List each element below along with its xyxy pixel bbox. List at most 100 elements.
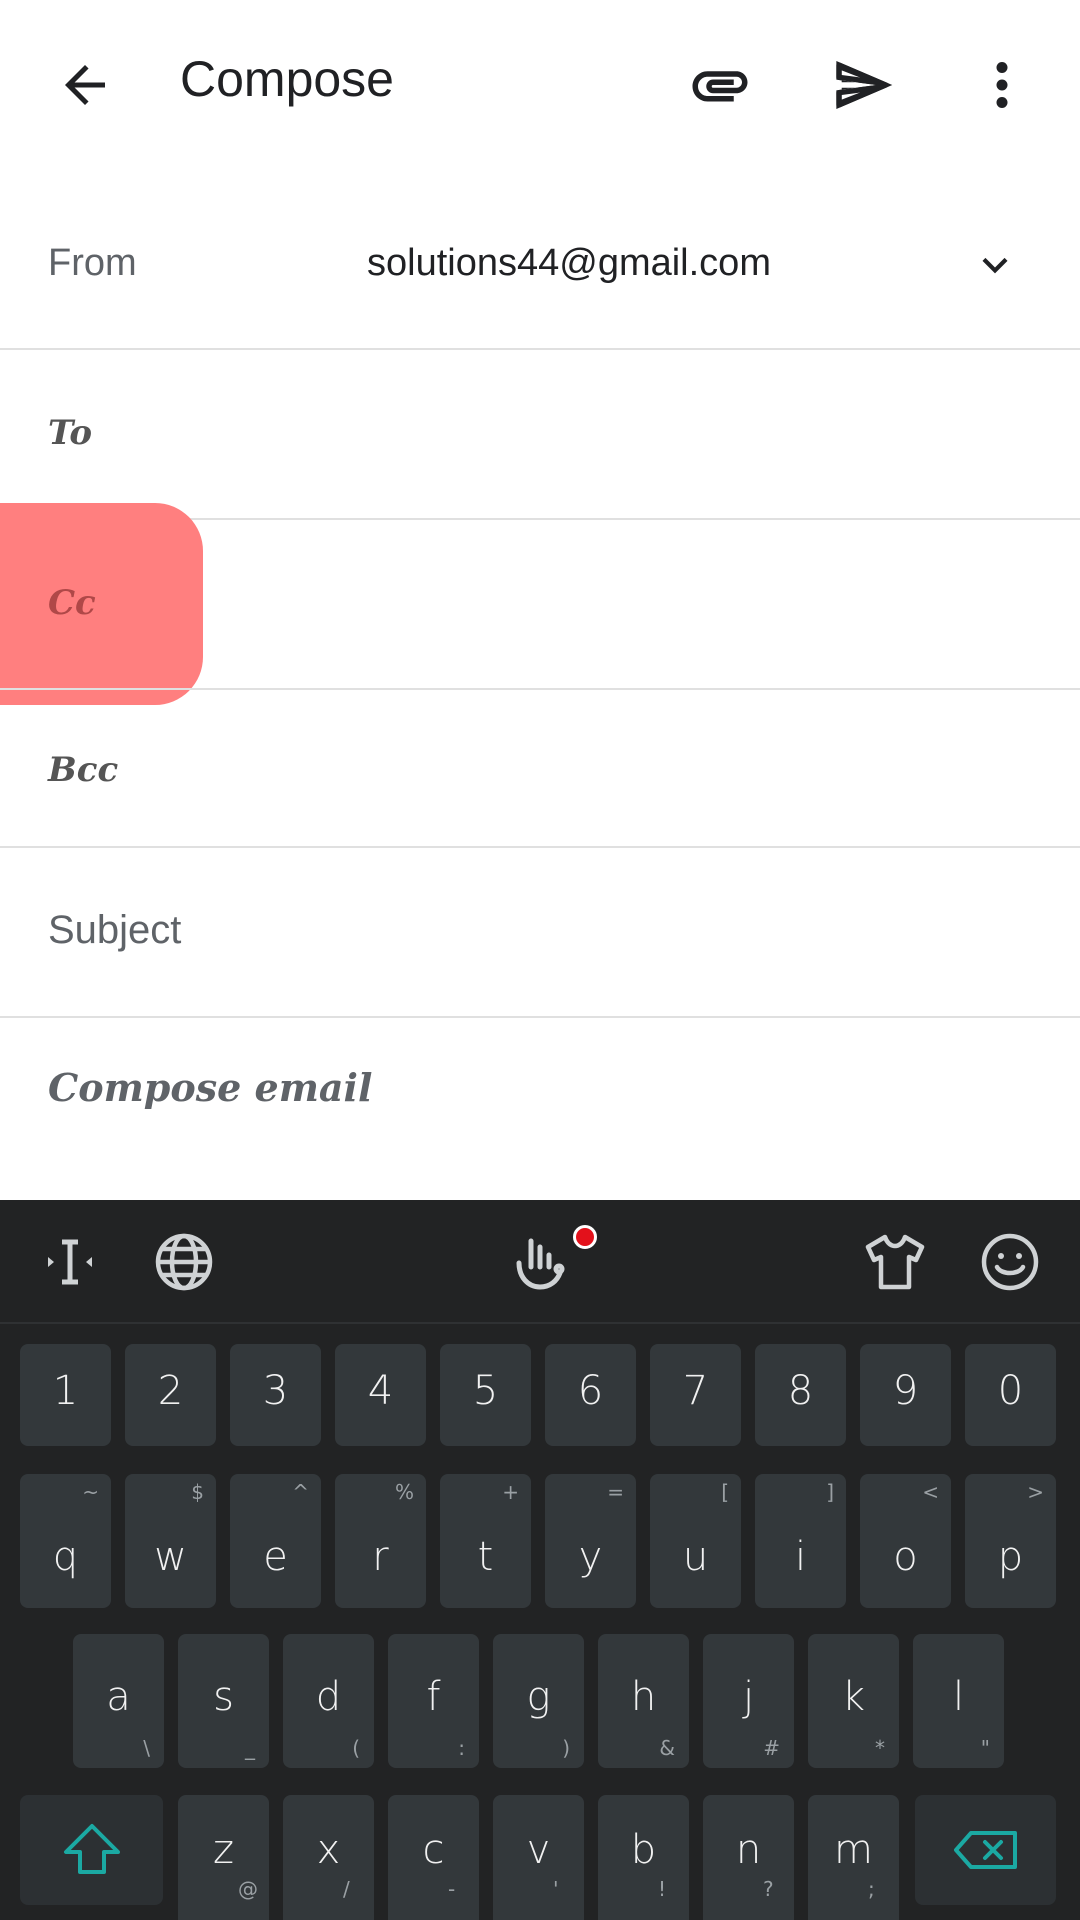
key-w[interactable]: w $	[125, 1474, 216, 1608]
key-label: 4	[367, 1368, 394, 1414]
key-q[interactable]: q ~	[20, 1474, 111, 1608]
key-label: k	[841, 1674, 866, 1720]
keyboard: 1 2 3 4 5 6 7 8 9 0 q ~ w $ e ^ r% t + y = u[i] o < p > a \ s _ d(f: g)…	[0, 1200, 1080, 1920]
key-5[interactable]: 5	[440, 1344, 531, 1446]
key-t[interactable]: t +	[440, 1474, 531, 1608]
key-h[interactable]: h &	[598, 1634, 689, 1768]
subject-placeholder[interactable]: Subject	[48, 908, 181, 953]
key-e[interactable]: e ^	[230, 1474, 321, 1608]
key-hint: _	[245, 1736, 255, 1760]
key-j[interactable]: j #	[703, 1634, 794, 1768]
key-label: r	[372, 1534, 389, 1580]
shift-key[interactable]	[20, 1795, 163, 1905]
text-cursor-icon[interactable]	[30, 1222, 110, 1302]
bcc-field[interactable]	[170, 720, 1040, 816]
key-c[interactable]: c-	[388, 1795, 479, 1920]
key-d[interactable]: d(	[283, 1634, 374, 1768]
arrow-back-icon[interactable]	[40, 40, 130, 130]
key-label: q	[52, 1534, 79, 1580]
key-hint: #	[763, 1736, 780, 1760]
key-hint: ~	[82, 1480, 99, 1504]
key-label: 3	[262, 1368, 289, 1414]
key-label: 6	[577, 1368, 604, 1414]
key-r[interactable]: r%	[335, 1474, 426, 1608]
key-u[interactable]: u[	[650, 1474, 741, 1608]
key-hint: )	[562, 1736, 570, 1760]
key-label: s	[213, 1674, 234, 1720]
key-label: i	[794, 1534, 807, 1580]
key-f[interactable]: f:	[388, 1634, 479, 1768]
key-i[interactable]: i]	[755, 1474, 846, 1608]
app-bar: Compose	[0, 0, 1080, 170]
key-label: p	[997, 1534, 1024, 1580]
key-hint: =	[607, 1480, 624, 1504]
to-row[interactable]: To	[0, 350, 1080, 520]
backspace-key[interactable]	[915, 1795, 1056, 1905]
key-hint: -	[448, 1877, 456, 1901]
subject-row[interactable]: Subject	[0, 848, 1080, 1018]
key-m[interactable]: m;	[808, 1795, 899, 1920]
key-hint: ;	[868, 1877, 875, 1901]
key-label: y	[578, 1534, 603, 1580]
key-b[interactable]: b!	[598, 1795, 689, 1920]
key-x[interactable]: x /	[283, 1795, 374, 1920]
paperclip-icon[interactable]	[675, 40, 765, 130]
key-hint: %	[394, 1480, 414, 1504]
page-title: Compose	[180, 51, 394, 107]
key-g[interactable]: g)	[493, 1634, 584, 1768]
key-label: 1	[52, 1368, 79, 1414]
key-7[interactable]: 7	[650, 1344, 741, 1446]
key-l[interactable]: l "	[913, 1634, 1004, 1768]
key-hint: :	[458, 1736, 465, 1760]
key-9[interactable]: 9	[860, 1344, 951, 1446]
to-field[interactable]	[170, 380, 1040, 488]
bcc-row[interactable]: Bcc	[0, 690, 1080, 848]
to-label: To	[48, 413, 93, 453]
key-hint: *	[875, 1736, 885, 1760]
cc-row[interactable]: Cc	[0, 520, 1080, 690]
key-k[interactable]: k *	[808, 1634, 899, 1768]
keyboard-toolbar	[0, 1200, 1080, 1324]
from-row[interactable]: From solutions44@gmail.com	[0, 180, 1080, 350]
key-3[interactable]: 3	[230, 1344, 321, 1446]
key-label: o	[893, 1534, 918, 1580]
cc-field[interactable]	[170, 550, 1040, 658]
key-2[interactable]: 2	[125, 1344, 216, 1446]
compose-body-placeholder[interactable]: Compose email	[48, 1065, 372, 1110]
from-account[interactable]: solutions44@gmail.com	[367, 242, 771, 285]
shirt-theme-icon[interactable]	[855, 1222, 935, 1302]
key-hint: [	[721, 1480, 729, 1504]
key-0[interactable]: 0	[965, 1344, 1056, 1446]
key-label: h	[630, 1674, 657, 1720]
key-hint: >	[1027, 1480, 1044, 1504]
key-label: 7	[682, 1368, 709, 1414]
key-s[interactable]: s _	[178, 1634, 269, 1768]
globe-icon[interactable]	[144, 1222, 224, 1302]
gesture-hand-icon[interactable]	[500, 1222, 580, 1302]
chevron-down-icon[interactable]	[960, 230, 1030, 300]
key-8[interactable]: 8	[755, 1344, 846, 1446]
key-label: x	[316, 1827, 341, 1873]
key-o[interactable]: o <	[860, 1474, 951, 1608]
key-p[interactable]: p >	[965, 1474, 1056, 1608]
send-icon[interactable]	[818, 40, 908, 130]
key-n[interactable]: n?	[703, 1795, 794, 1920]
key-z[interactable]: z @	[178, 1795, 269, 1920]
key-v[interactable]: v '	[493, 1795, 584, 1920]
key-4[interactable]: 4	[335, 1344, 426, 1446]
key-1[interactable]: 1	[20, 1344, 111, 1446]
from-label: From	[48, 242, 137, 284]
key-label: 2	[157, 1368, 184, 1414]
key-label: d	[315, 1674, 342, 1720]
key-label: 5	[472, 1368, 499, 1414]
bcc-label: Bcc	[48, 750, 119, 790]
key-6[interactable]: 6	[545, 1344, 636, 1446]
emoji-icon[interactable]	[970, 1222, 1050, 1302]
key-label: a	[106, 1674, 131, 1720]
key-a[interactable]: a \	[73, 1634, 164, 1768]
key-label: u	[682, 1534, 709, 1580]
more-vert-icon[interactable]	[957, 40, 1047, 130]
key-label: 8	[787, 1368, 814, 1414]
key-y[interactable]: y =	[545, 1474, 636, 1608]
key-label: b	[630, 1827, 657, 1873]
